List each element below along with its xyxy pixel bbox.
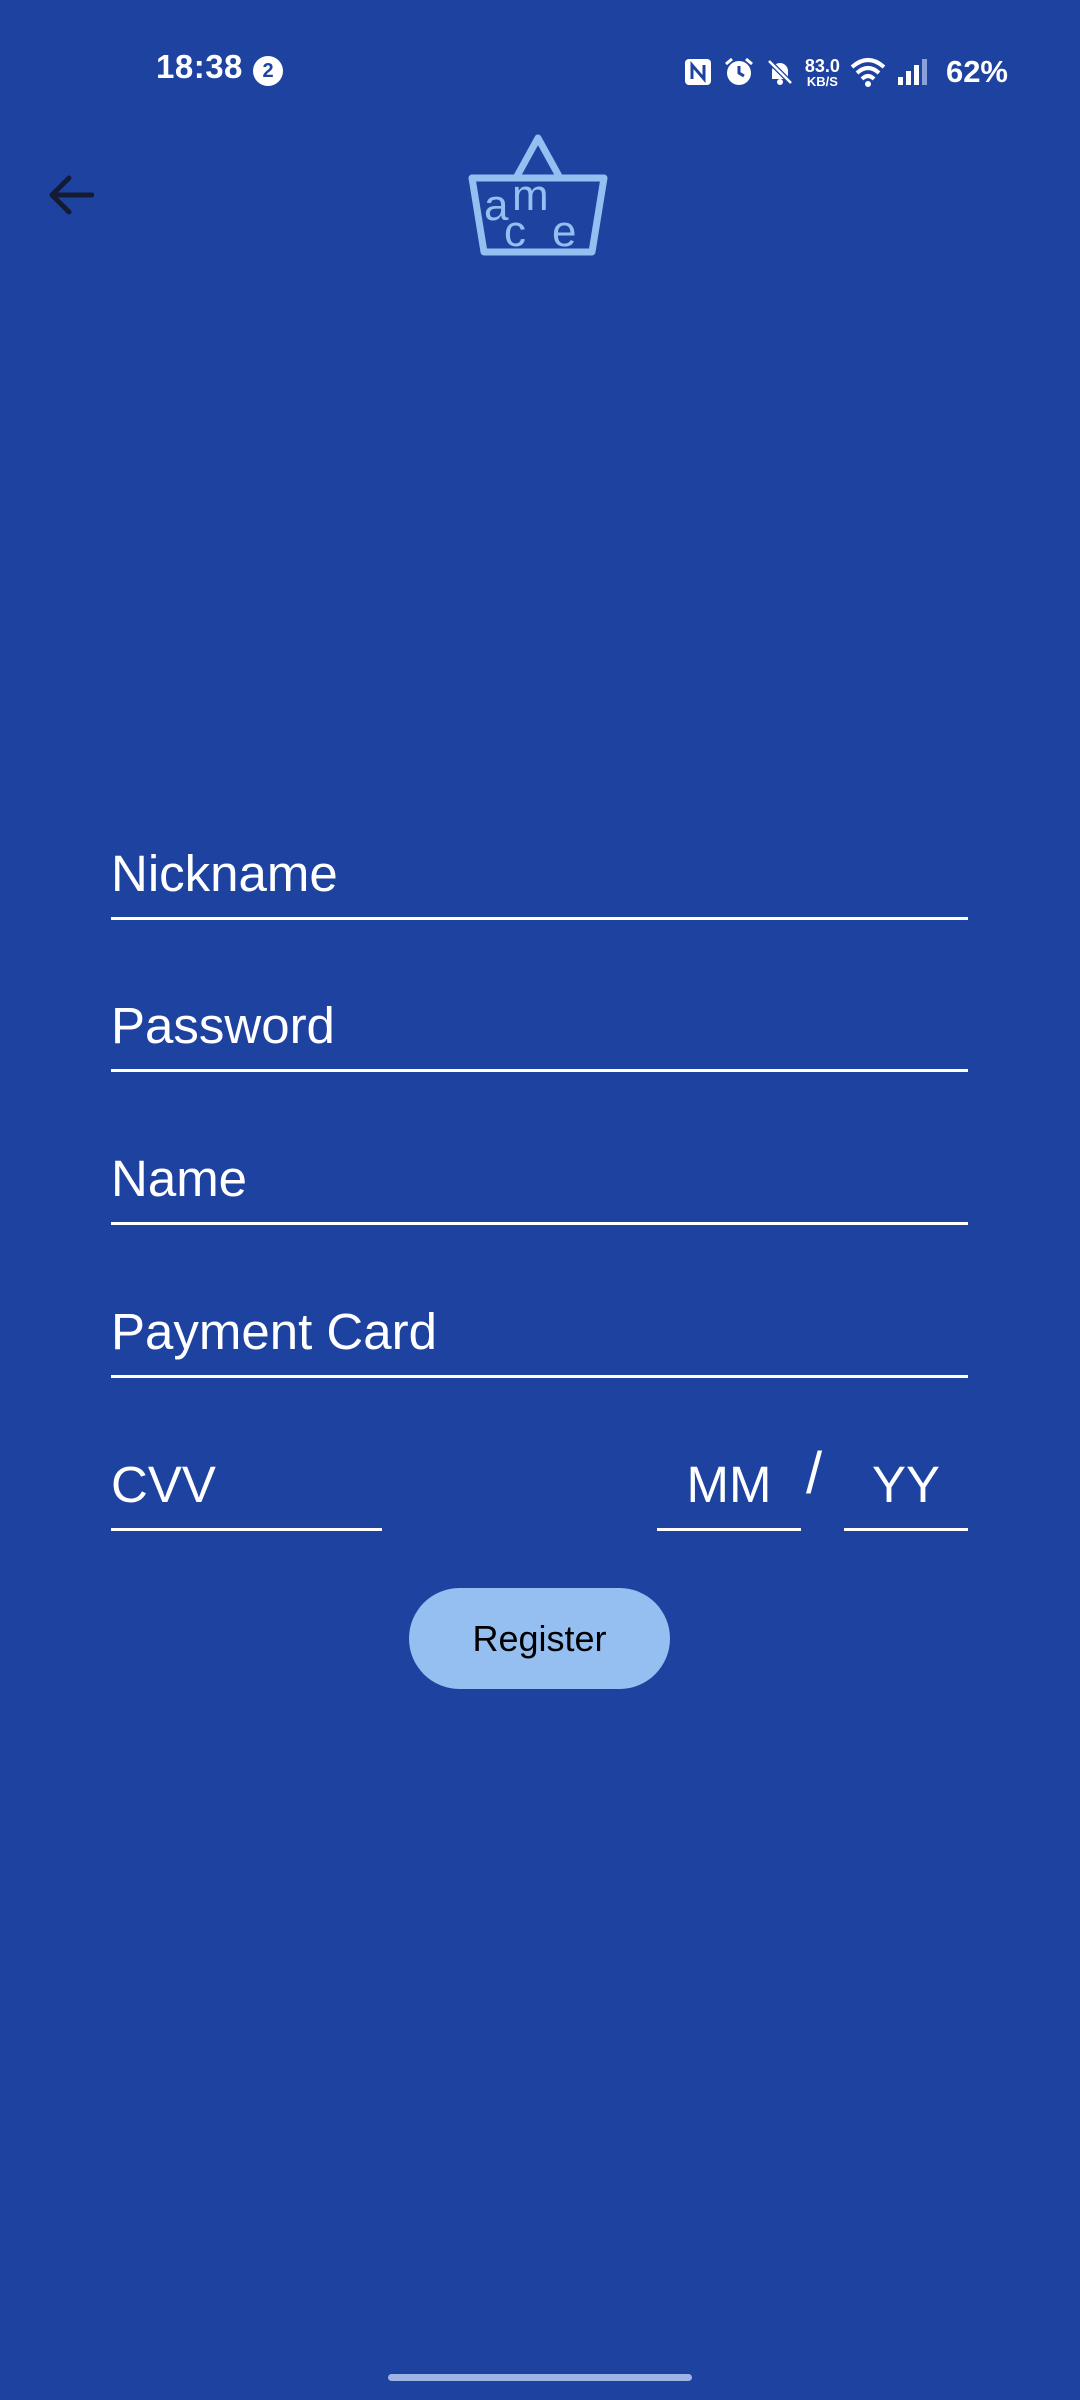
logo-letter-e: e (552, 207, 576, 256)
status-bar: 18:38 2 83.0 KB/S 62% (0, 0, 1080, 140)
password-field-container (111, 982, 968, 1072)
expiry-month-input[interactable] (657, 1455, 801, 1514)
nfc-icon (684, 59, 711, 85)
nickname-field-container (111, 830, 968, 920)
notification-count-badge: 2 (253, 56, 283, 86)
cvv-field-container (111, 1441, 382, 1531)
battery-level: 62% (945, 54, 1008, 89)
basket-logo-icon: a m c e (468, 134, 608, 256)
network-speed: 83.0 KB/S (805, 57, 840, 88)
name-input[interactable] (111, 1149, 968, 1208)
cvv-input[interactable] (111, 1455, 382, 1514)
bell-muted-icon (767, 59, 793, 85)
password-input[interactable] (111, 996, 968, 1055)
signal-icon (897, 59, 927, 85)
payment-card-field-container (111, 1288, 968, 1378)
wifi-icon (850, 58, 886, 87)
logo-letter-c: c (504, 207, 526, 256)
date-separator: / (806, 1441, 823, 1506)
register-button[interactable]: Register (409, 1588, 670, 1689)
alarm-icon (724, 57, 753, 85)
month-field-container (657, 1441, 801, 1531)
arrow-left-icon (49, 175, 94, 215)
network-speed-unit: KB/S (806, 73, 838, 89)
status-time: 18:38 (156, 48, 243, 85)
name-field-container (111, 1135, 968, 1225)
network-speed-value: 83.0 (804, 55, 840, 76)
status-icons: 83.0 KB/S 62% (683, 52, 1008, 92)
home-indicator[interactable] (388, 2374, 692, 2381)
expiry-year-input[interactable] (844, 1455, 968, 1514)
nickname-input[interactable] (111, 844, 968, 903)
year-field-container (844, 1441, 968, 1531)
payment-card-input[interactable] (111, 1302, 968, 1361)
back-button[interactable] (36, 160, 106, 230)
